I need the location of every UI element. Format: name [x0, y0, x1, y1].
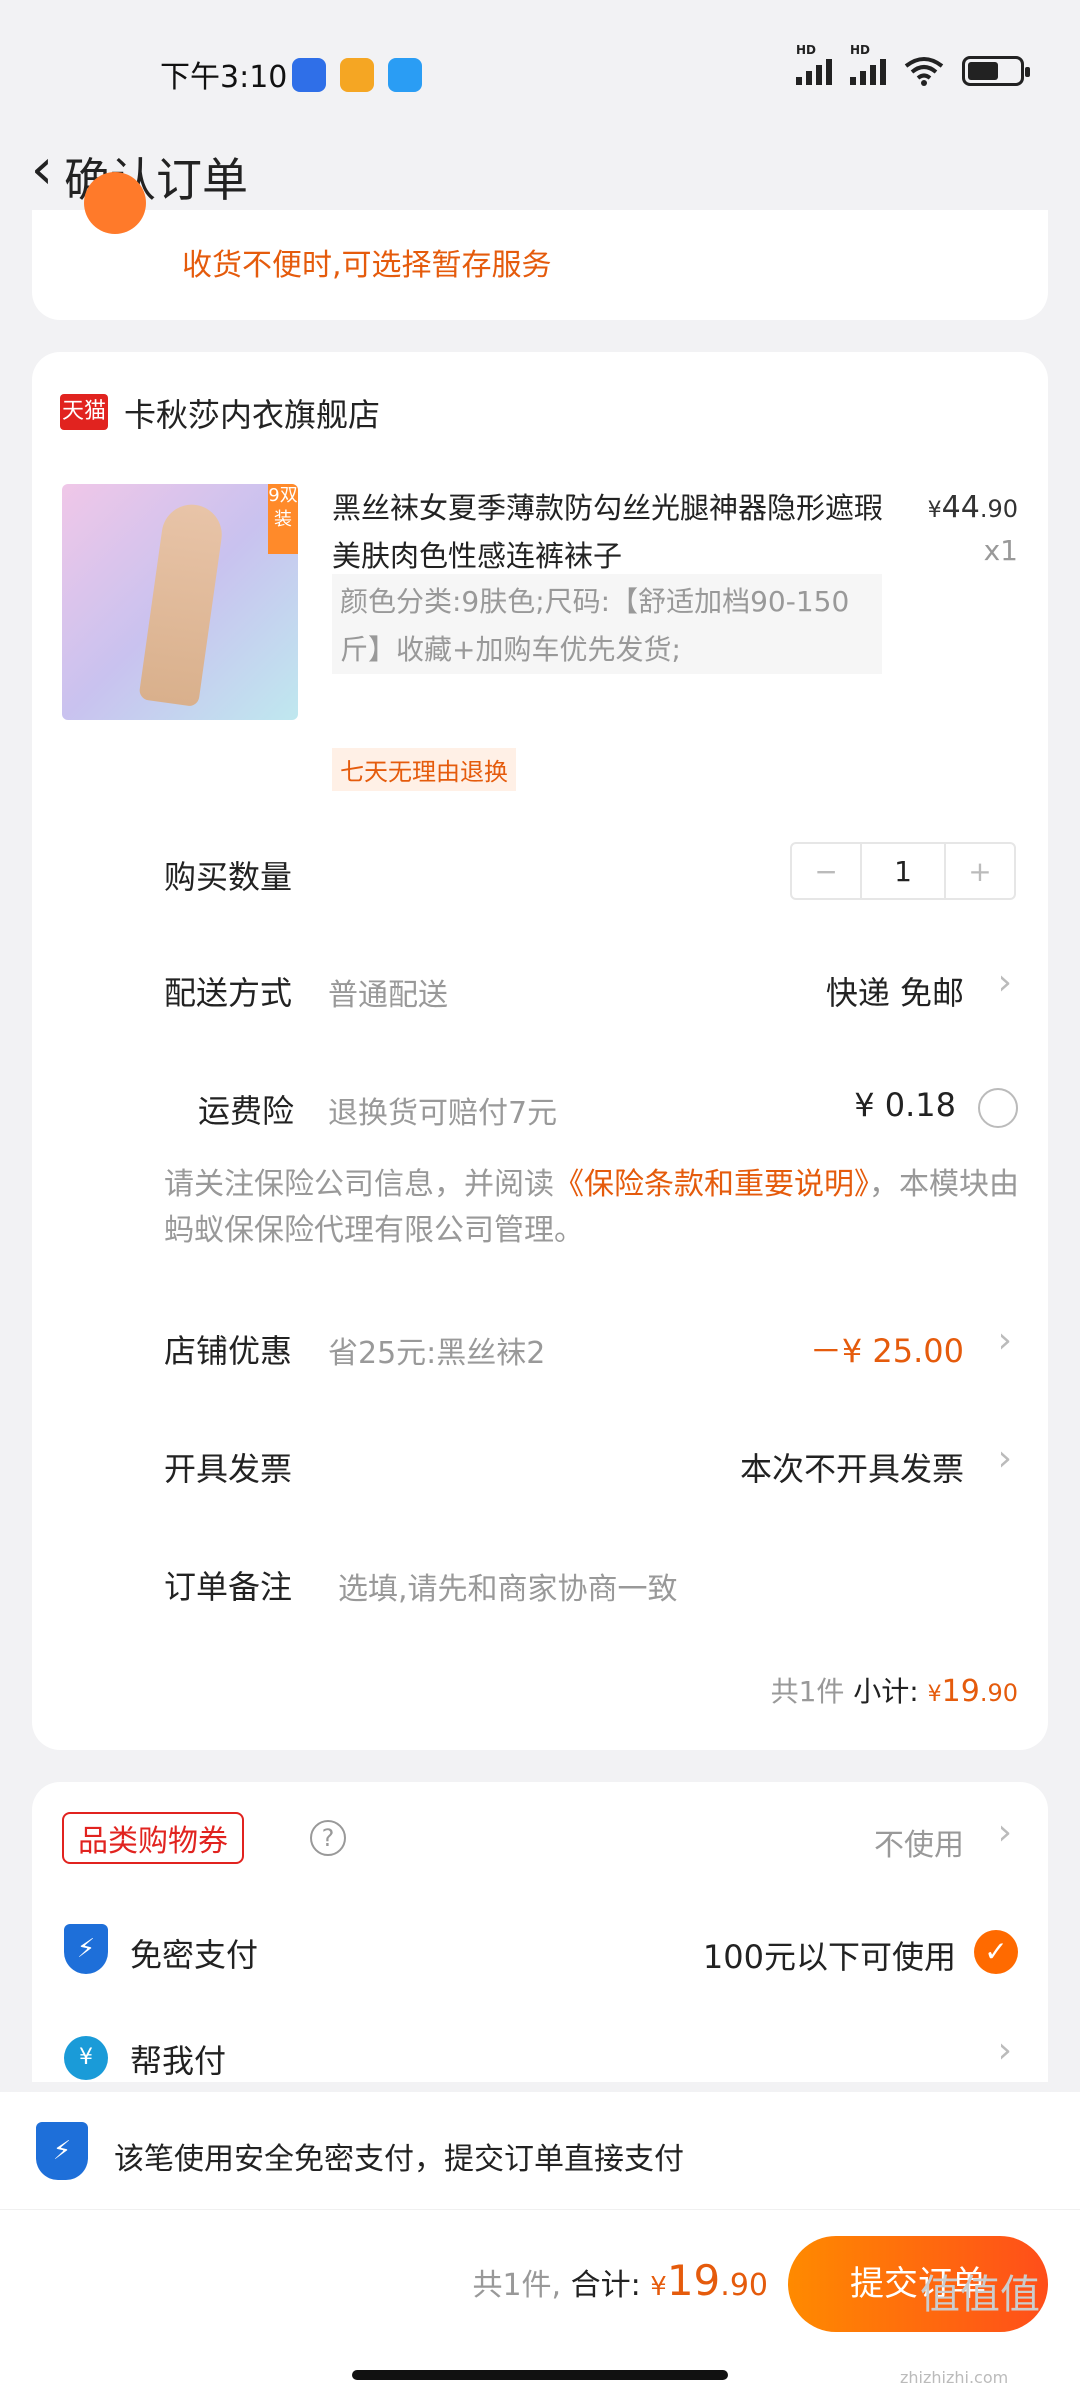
payment-notice-text: 该笔使用安全免密支付，提交订单直接支付	[114, 2142, 684, 2177]
chevron-right-icon: ›	[997, 962, 1012, 1003]
shield-icon: ⚡	[64, 1924, 108, 1974]
payment-card: 品类购物券 ? 不使用 › ⚡ 免密支付 100元以下可使用 ✓ ¥ 帮我付 ›	[32, 1782, 1048, 2082]
chevron-right-icon: ›	[997, 1438, 1012, 1479]
status-icons: HD HD	[796, 43, 1030, 86]
payment-notice: ⚡ 该笔使用安全免密支付，提交订单直接支付	[0, 2092, 1080, 2210]
tmall-icon: 天猫	[60, 394, 108, 430]
invoice-value: 本次不开具发票	[739, 1450, 964, 1488]
pack-tag: 9双装	[268, 484, 298, 554]
invoice-row[interactable]: 开具发票 本次不开具发票 ›	[32, 1428, 1048, 1508]
quantity-value[interactable]: 1	[860, 844, 946, 898]
coupon-value[interactable]: 不使用	[874, 1820, 964, 1864]
decrement-button[interactable]: −	[792, 844, 860, 898]
bottom-bar: ⚡ 该笔使用安全免密支付，提交订单直接支付 共1件, 合计: ¥19.90 提交…	[0, 2092, 1080, 2400]
status-time: 下午3:10	[160, 60, 288, 95]
chevron-right-icon: ›	[997, 1320, 1012, 1361]
home-indicator[interactable]	[352, 2370, 728, 2380]
password-free-label: 免密支付	[130, 1936, 259, 1974]
product-price: ¥44.90	[927, 490, 1018, 525]
delivery-card[interactable]: 收货不便时,可选择暂存服务	[32, 172, 1048, 320]
quantity-label: 购买数量	[164, 858, 293, 896]
store-discount-label: 店铺优惠	[164, 1332, 293, 1370]
quantity-stepper[interactable]: − 1 +	[790, 842, 1016, 900]
help-icon[interactable]: ?	[310, 1820, 346, 1856]
password-free-value: 100元以下可使用	[702, 1938, 956, 1976]
location-icon	[84, 172, 146, 234]
insurance-price: ¥ 0.18	[854, 1086, 956, 1124]
insurance-desc: 退换货可赔付7元	[328, 1096, 558, 1131]
shipping-value: 快递 免邮	[825, 974, 964, 1012]
back-button[interactable]: ‹	[12, 132, 72, 208]
chevron-right-icon[interactable]: ›	[998, 2030, 1012, 2071]
remark-label: 订单备注	[164, 1568, 293, 1606]
order-card: 天猫 卡秋莎内衣旗舰店 9双装 黑丝袜女夏季薄款防勾丝光腿神器隐形遮瑕美肤肉色性…	[32, 352, 1048, 1750]
watermark-url: zhizhizhi.com	[900, 2368, 1009, 2387]
chevron-right-icon[interactable]: ›	[998, 1812, 1012, 1853]
shipping-label: 配送方式	[164, 974, 293, 1012]
coupon-tag: 品类购物券	[62, 1812, 244, 1864]
store-discount-desc: 省25元:黑丝袜2	[328, 1336, 546, 1371]
product-image[interactable]: 9双装	[62, 484, 298, 720]
order-total: 共1件, 合计: ¥19.90	[472, 2256, 768, 2305]
signal-icon: HD	[850, 43, 886, 85]
cloud-icon	[388, 58, 422, 92]
status-bar: 下午3:10 HD HD	[0, 0, 1080, 140]
subtotal: 共1件 小计: ¥19.90	[770, 1674, 1018, 1709]
insurance-radio[interactable]	[978, 1088, 1018, 1128]
shop-name[interactable]: 卡秋莎内衣旗舰店	[124, 390, 380, 436]
remark-input[interactable]: 选填,请先和商家协商一致	[338, 1564, 678, 1608]
product-title[interactable]: 黑丝袜女夏季薄款防勾丝光腿神器隐形遮瑕美肤肉色性感连裤袜子	[332, 484, 892, 580]
shipping-row[interactable]: 配送方式 普通配送 快递 免邮 ›	[32, 952, 1048, 1032]
increment-button[interactable]: +	[946, 844, 1014, 898]
store-discount-value: －¥ 25.00	[809, 1332, 964, 1370]
wifi-icon	[904, 57, 944, 86]
insurance-note: 请关注保险公司信息，并阅读《保险条款和重要说明》，本模块由蚂蚁保保险代理有限公司…	[164, 1167, 1019, 1248]
help-pay-label[interactable]: 帮我付	[130, 2036, 226, 2082]
watermark: 值值值	[920, 2272, 1040, 2318]
nav-bar: ‹ 确认订单	[0, 120, 1080, 220]
battery-icon	[962, 56, 1030, 86]
store-discount-row[interactable]: 店铺优惠 省25元:黑丝袜2 －¥ 25.00 ›	[32, 1310, 1048, 1390]
signal-icon: HD	[796, 43, 832, 85]
invoice-label: 开具发票	[164, 1450, 293, 1488]
delivery-notice: 收货不便时,可选择暂存服务	[182, 248, 552, 283]
insurance-label: 运费险	[198, 1092, 295, 1130]
check-icon[interactable]: ✓	[974, 1930, 1018, 1974]
shipping-method: 普通配送	[328, 978, 448, 1013]
return-policy-badge: 七天无理由退换	[332, 748, 516, 791]
shield-icon: ⚡	[36, 2122, 88, 2180]
insurance-terms-link[interactable]: 《保险条款和重要说明》	[554, 1167, 869, 1202]
product-quantity: x1	[983, 534, 1018, 567]
app-notification-icon	[340, 58, 374, 92]
insurance-row[interactable]: 运费险 退换货可赔付7元 ¥ 0.18	[32, 1070, 1048, 1150]
help-pay-icon: ¥	[64, 2036, 108, 2080]
app-notification-icon	[292, 58, 326, 92]
remark-row: 订单备注 选填,请先和商家协商一致	[32, 1546, 1048, 1626]
product-spec[interactable]: 颜色分类:9肤色;尺码:【舒适加档90-150斤】收藏+加购车优先发货;	[332, 574, 882, 674]
